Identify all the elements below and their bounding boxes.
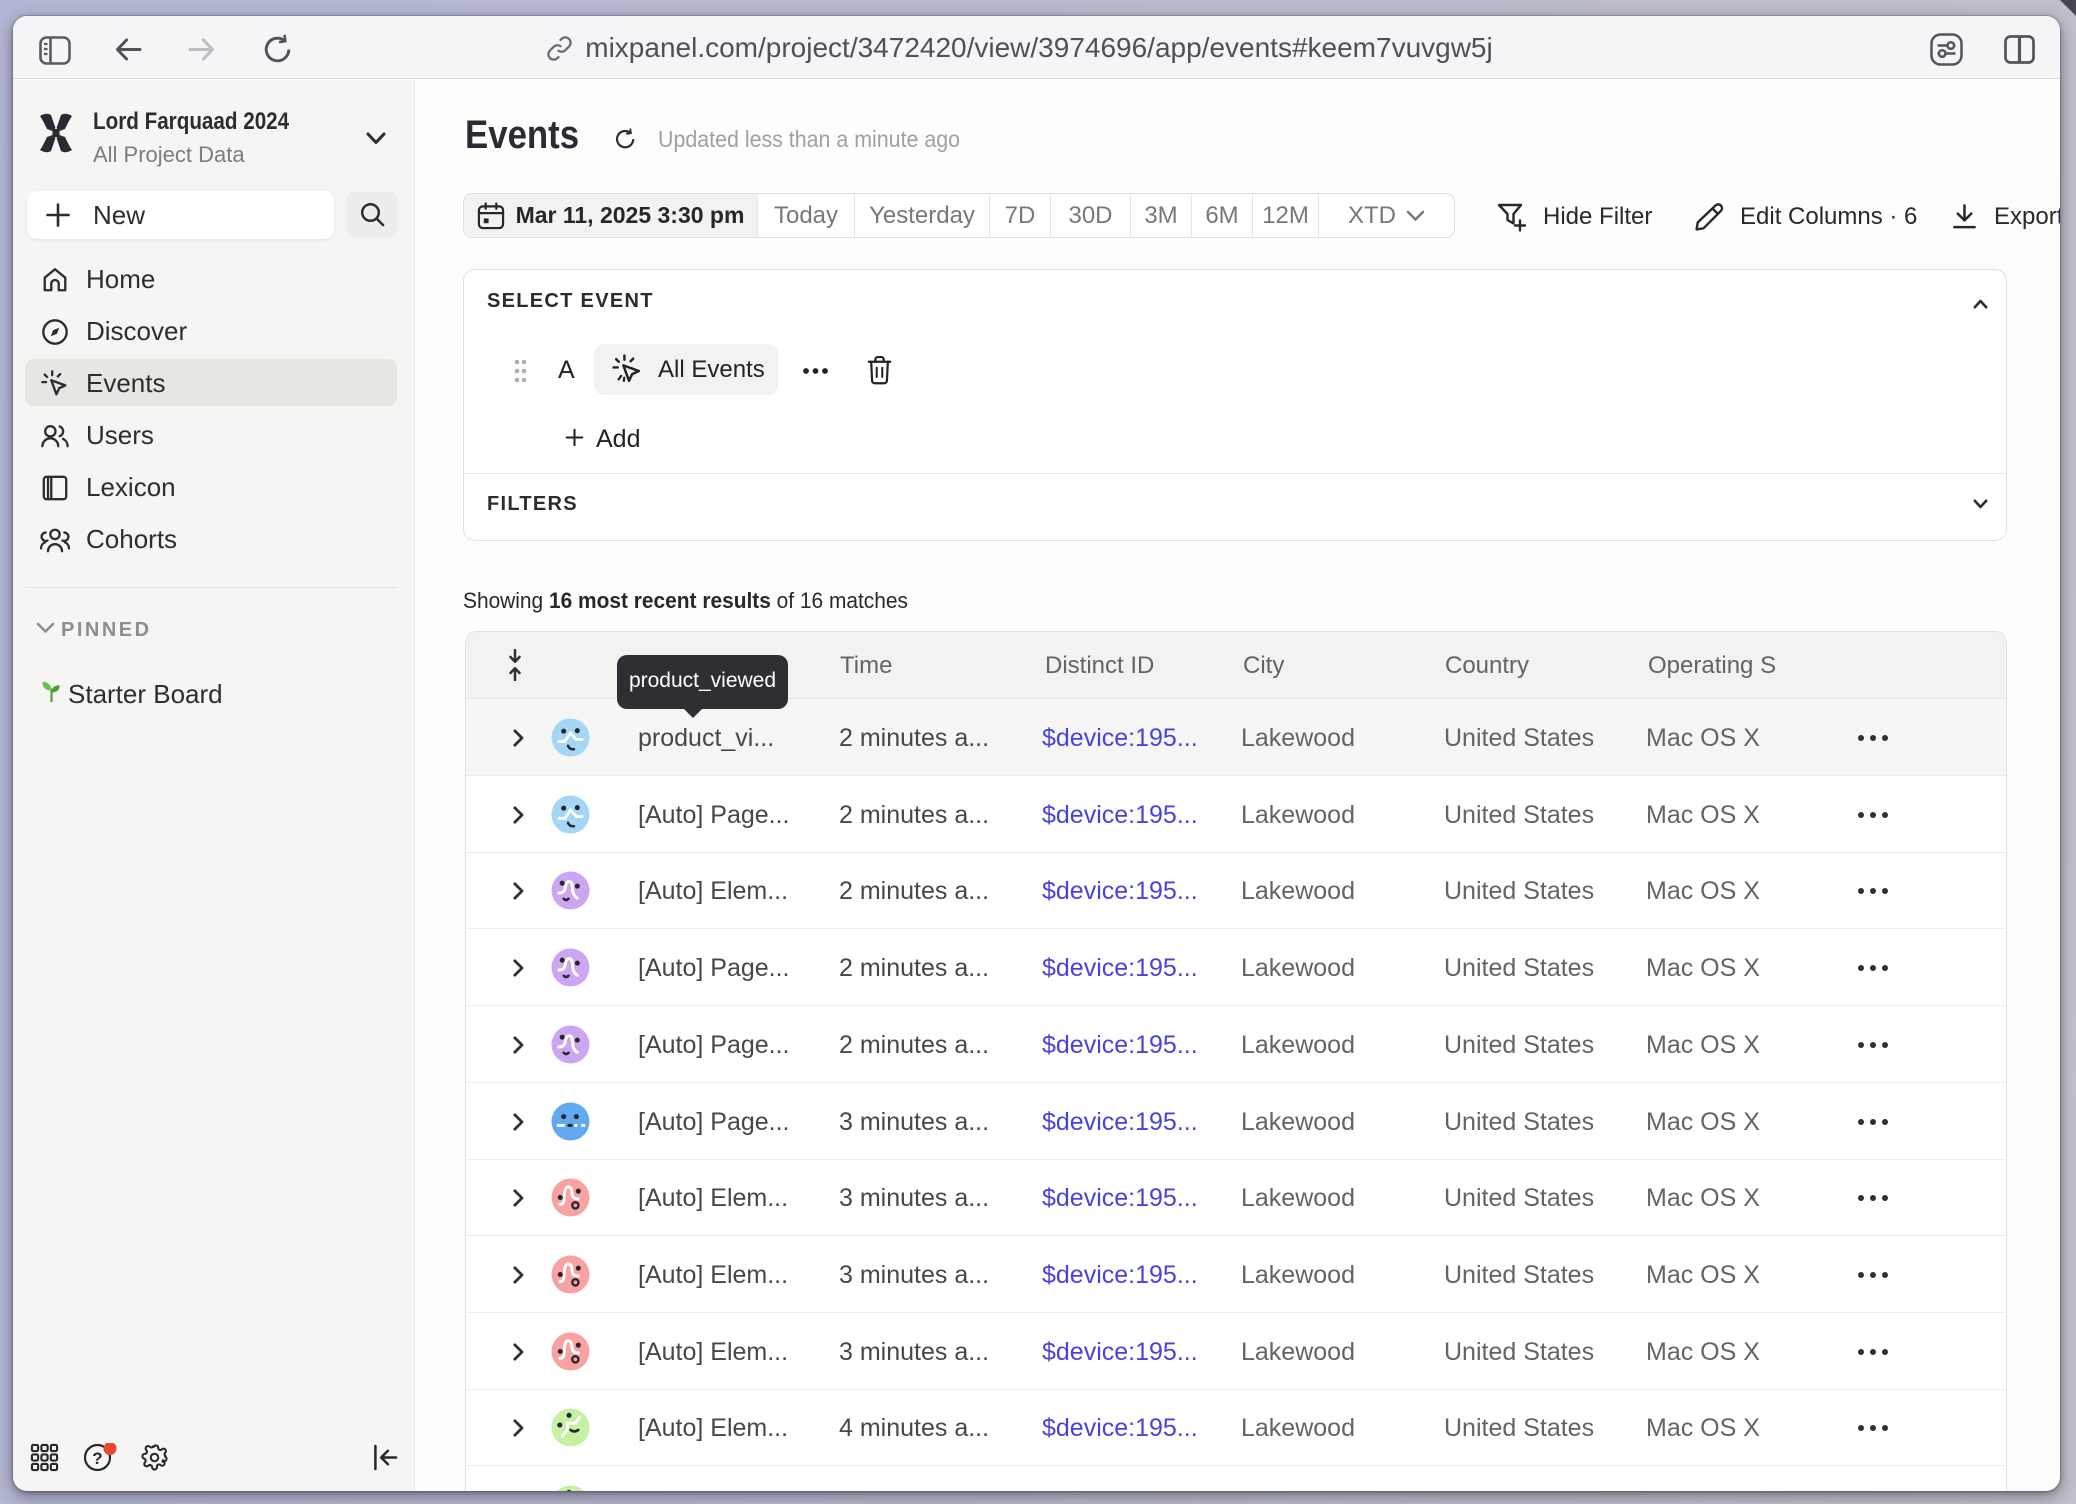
svg-text:?: ? <box>92 1449 102 1468</box>
